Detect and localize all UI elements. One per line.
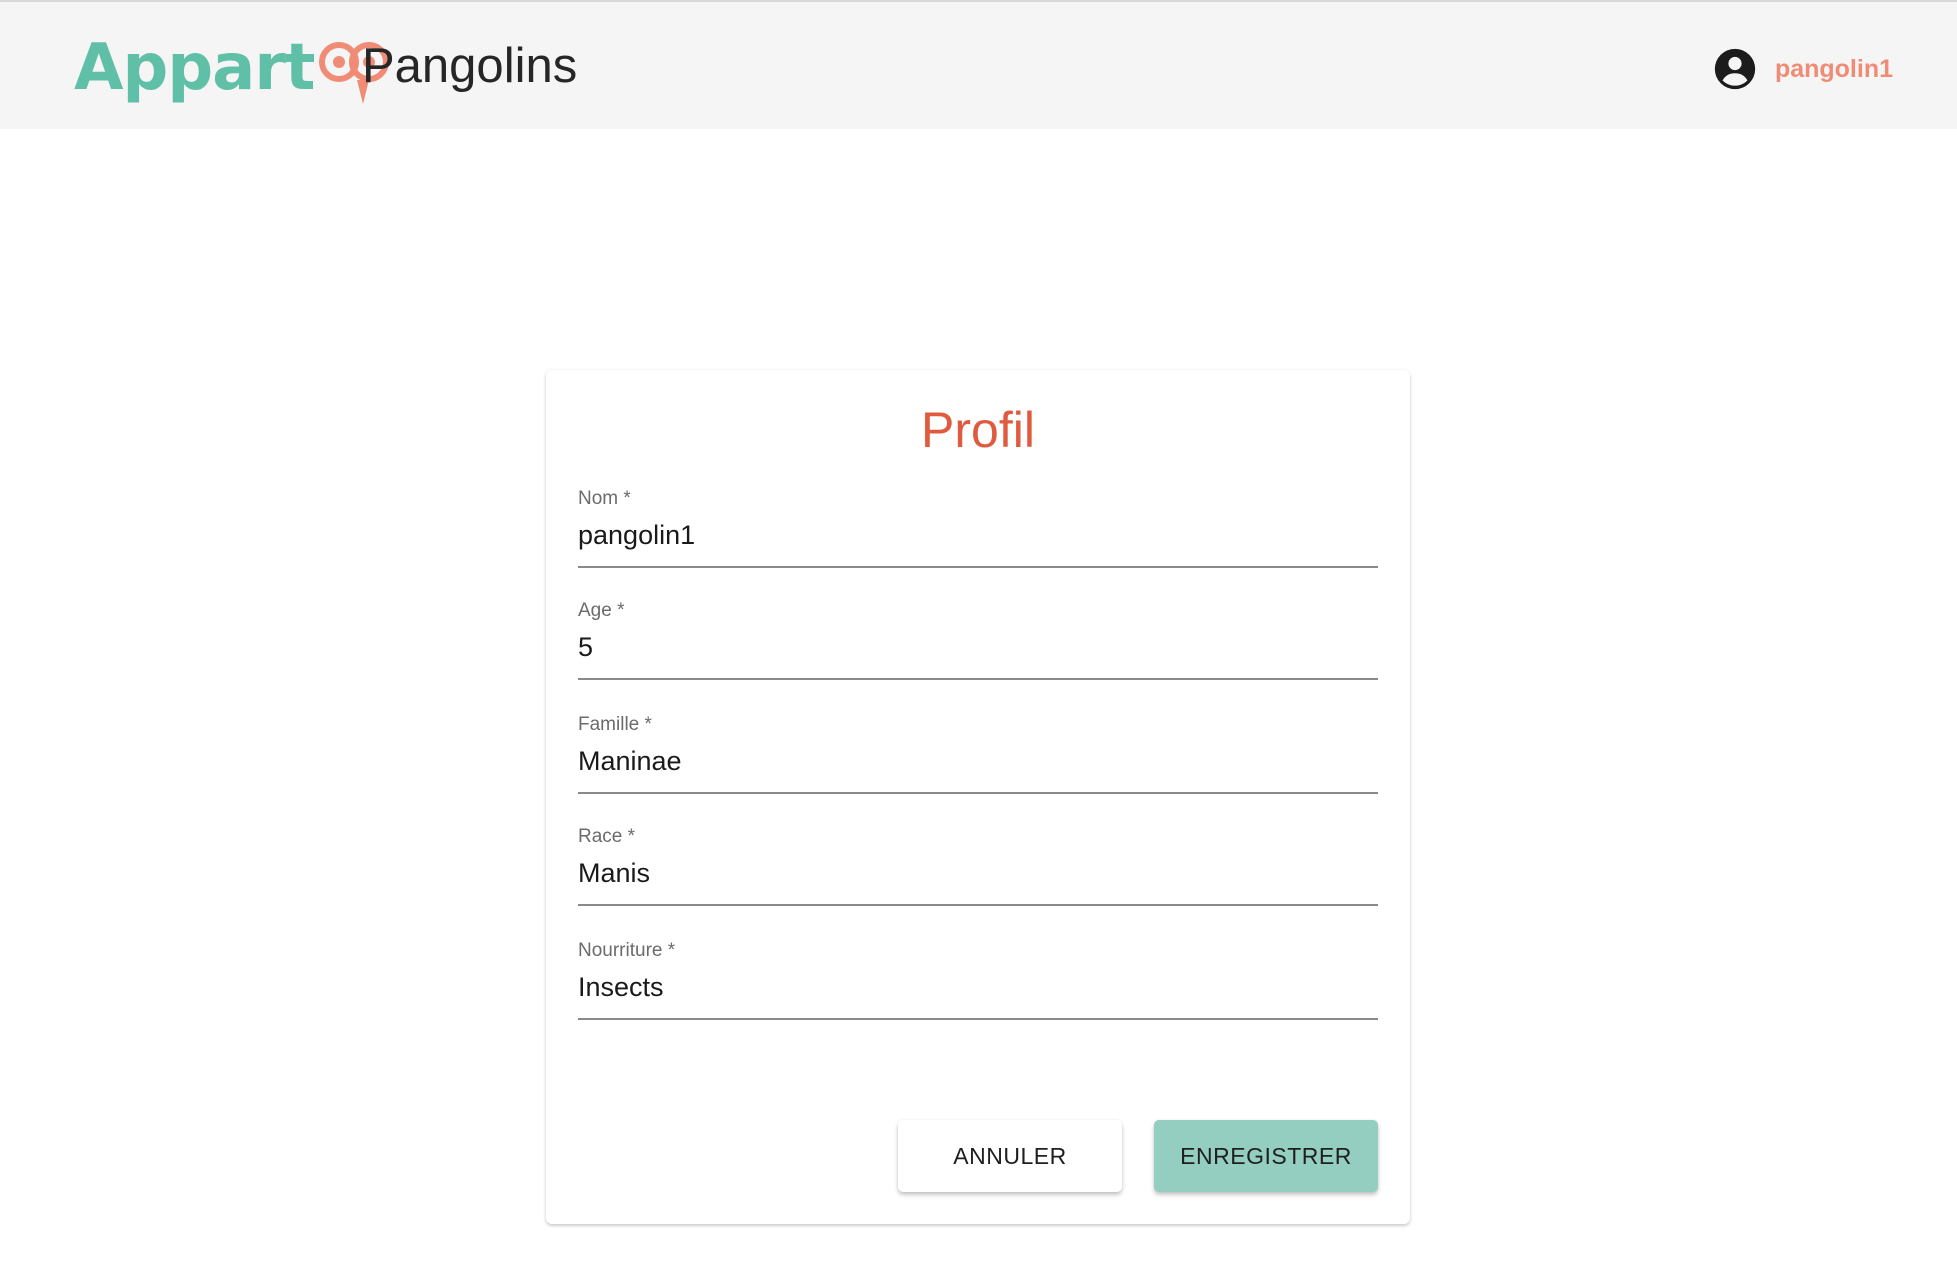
app-title: Pangolins — [362, 39, 578, 93]
age-field[interactable]: Age * 5 — [578, 600, 1378, 680]
form-title: Profil — [921, 402, 1035, 458]
name-label: Nom * — [578, 488, 631, 509]
family-label: Famille * — [578, 714, 652, 735]
account-circle-icon[interactable] — [1713, 47, 1757, 91]
food-label: Nourriture * — [578, 940, 676, 961]
food-field[interactable]: Nourriture * Insects — [578, 940, 1378, 1020]
family-field[interactable]: Famille * Maninae — [578, 714, 1378, 794]
race-input[interactable]: Manis — [578, 858, 650, 889]
age-underline — [578, 678, 1378, 680]
profile-card: Profil Nom * pangolin1 Age * 5 Famille *… — [546, 370, 1410, 1224]
top-bar: Appart Pangolins pangolin1 — [0, 0, 1957, 129]
save-button[interactable]: ENREGISTRER — [1154, 1120, 1378, 1192]
app-logo[interactable]: Appart — [74, 26, 393, 110]
food-underline — [578, 1018, 1378, 1020]
logo-wordmark: Appart — [74, 31, 315, 105]
name-field[interactable]: Nom * pangolin1 — [578, 488, 1378, 568]
age-input[interactable]: 5 — [578, 632, 593, 663]
race-field[interactable]: Race * Manis — [578, 826, 1378, 906]
family-input[interactable]: Maninae — [578, 746, 682, 777]
name-underline — [578, 566, 1378, 568]
race-label: Race * — [578, 826, 636, 847]
food-input[interactable]: Insects — [578, 972, 664, 1003]
family-underline — [578, 792, 1378, 794]
user-name-link[interactable]: pangolin1 — [1775, 55, 1893, 84]
cancel-button[interactable]: ANNULER — [898, 1120, 1122, 1192]
user-menu[interactable]: pangolin1 — [1713, 47, 1893, 91]
name-input[interactable]: pangolin1 — [578, 520, 695, 551]
race-underline — [578, 904, 1378, 906]
age-label: Age * — [578, 600, 625, 621]
